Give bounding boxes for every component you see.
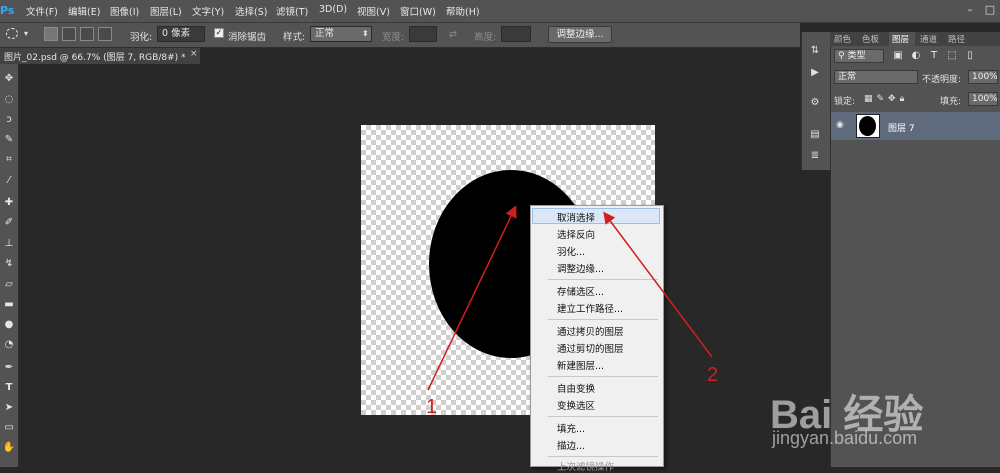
properties-panel-icon[interactable]: ▤ <box>808 128 822 142</box>
annotation-label-1: 1 <box>426 396 438 418</box>
actions-panel-icon[interactable]: ▶ <box>808 66 822 80</box>
adjustment-filter-icon[interactable]: ◐ <box>910 50 922 62</box>
notes-panel-icon[interactable]: ≣ <box>808 149 822 163</box>
lock-label: 锁定: <box>834 97 856 107</box>
watermark-url: jingyan.baidu.com <box>772 428 918 448</box>
panel-tab-bar <box>830 32 1000 46</box>
lock-icons[interactable]: ▦✎✥🔒︎ <box>864 94 908 104</box>
annotation-label-2: 2 <box>707 364 719 386</box>
opacity-label: 不透明度: <box>922 75 962 85</box>
opacity-input[interactable]: 100% <box>968 70 998 84</box>
kind-filter-value: 类型 <box>847 51 866 61</box>
pixel-filter-icon[interactable]: ▣ <box>892 50 904 62</box>
layer-thumbnail-ellipse <box>859 116 876 136</box>
fill-input[interactable]: 100% <box>968 92 998 106</box>
tab-layers[interactable]: 图层 <box>892 33 909 45</box>
kind-filter-select[interactable]: ⚲ 类型 <box>834 49 884 63</box>
annotation-arrow-2 <box>603 211 713 358</box>
annotation-arrow-1 <box>427 205 517 391</box>
tab-swatches[interactable]: 色板 <box>862 33 879 45</box>
adjustments-panel-icon[interactable]: ⚙ <box>808 96 822 110</box>
visibility-eye-icon[interactable]: ◉ <box>836 120 844 130</box>
shape-filter-icon[interactable]: ⬚ <box>946 50 958 62</box>
tab-color[interactable]: 颜色 <box>834 33 851 45</box>
blend-mode-select[interactable]: 正常 <box>834 70 918 84</box>
tab-paths[interactable]: 路径 <box>948 33 965 45</box>
history-panel-icon[interactable]: ⇅ <box>808 44 822 58</box>
tab-channels[interactable]: 通道 <box>920 33 937 45</box>
fill-label: 填充: <box>940 97 962 107</box>
layer-name[interactable]: 图层 7 <box>888 121 915 134</box>
type-filter-icon[interactable]: T <box>928 50 940 62</box>
smart-object-filter-icon[interactable]: ▯ <box>964 50 976 62</box>
